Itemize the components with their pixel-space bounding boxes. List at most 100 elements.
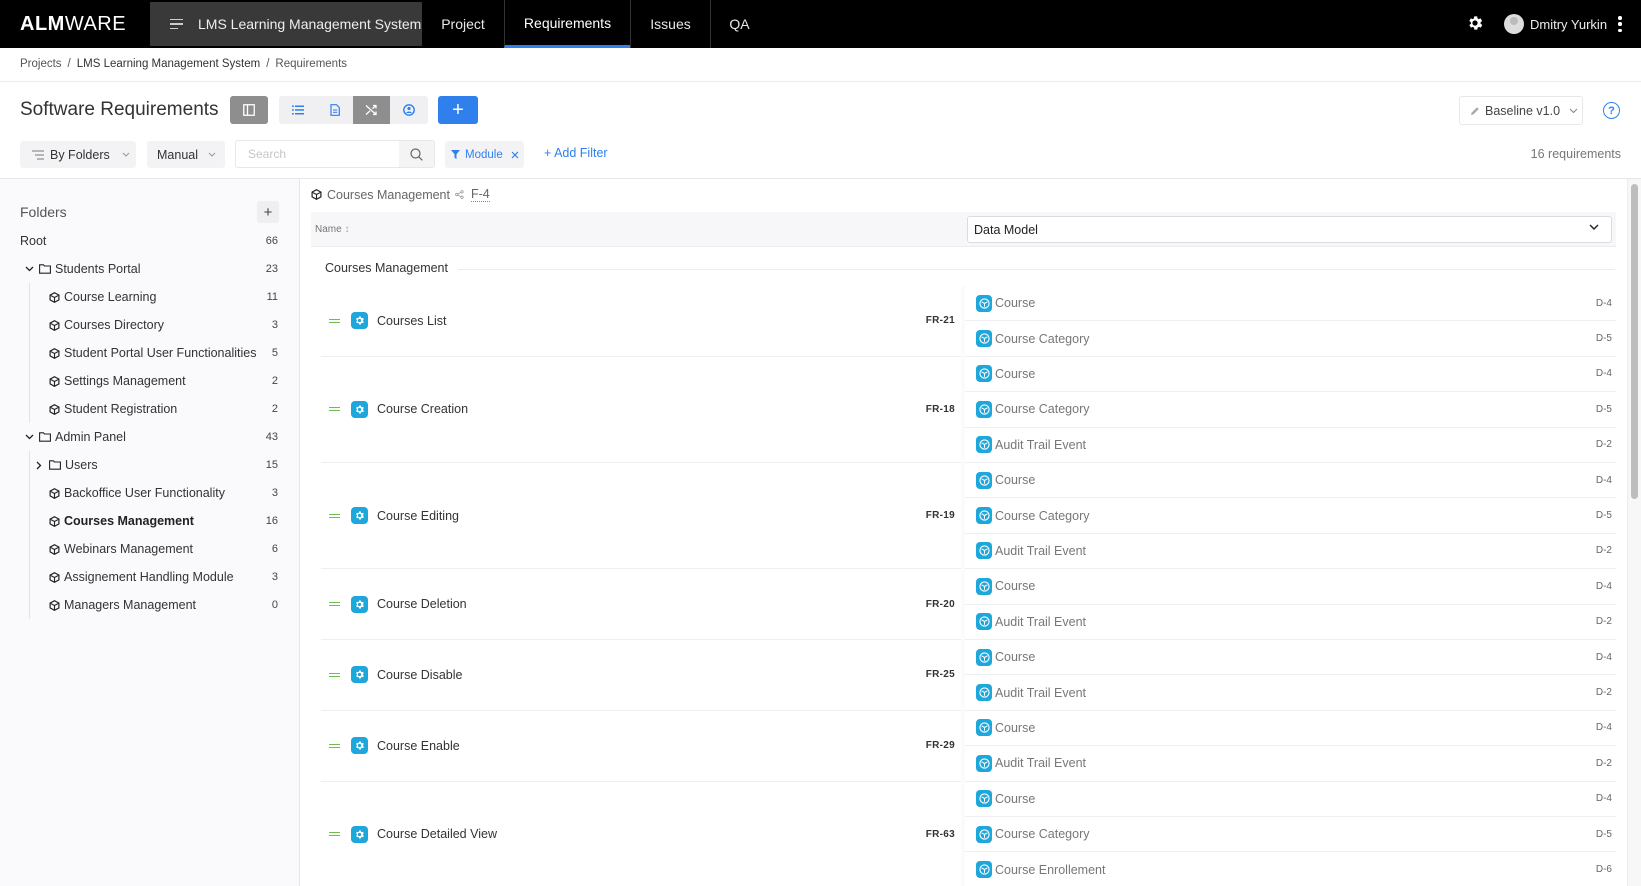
baseline-selector[interactable]: Baseline v1.0 — [1459, 96, 1583, 125]
trace-link-item[interactable]: Audit Trail Event D-2 — [965, 533, 1616, 570]
help-icon[interactable]: ? — [1603, 102, 1620, 119]
close-icon[interactable] — [511, 151, 519, 159]
vertical-scrollbar[interactable] — [1627, 179, 1641, 886]
requirement-row[interactable]: Course Editing FR-19 — [321, 463, 961, 570]
folder-tree-item[interactable]: Courses Management 16 — [0, 507, 300, 535]
nav-tab-issues[interactable]: Issues — [630, 0, 710, 48]
trace-link-name: Audit Trail Event — [995, 685, 1087, 700]
requirement-row[interactable]: Course Creation FR-18 — [321, 357, 961, 463]
breadcrumb: Projects / LMS Learning Management Syste… — [20, 58, 347, 70]
trace-link-item[interactable]: Course D-4 — [965, 286, 1616, 322]
requirement-row[interactable]: Course Enable FR-29 — [321, 711, 961, 782]
list-view-button[interactable] — [279, 96, 316, 124]
breadcrumb-separator: / — [266, 58, 270, 70]
trace-link-item[interactable]: Audit Trail Event D-2 — [965, 746, 1616, 782]
folder-tree-item[interactable]: Root 66 — [0, 227, 300, 255]
folder-tree-item[interactable]: Student Portal User Functionalities 5 — [0, 339, 300, 367]
trace-link-item[interactable]: Course Enrollement D-6 — [965, 852, 1616, 886]
add-filter-button[interactable]: + Add Filter — [544, 146, 608, 160]
filter-funnel-icon — [451, 150, 460, 159]
folder-tree-item[interactable]: Backoffice User Functionality 3 — [0, 479, 300, 507]
toggle-sidebar-button[interactable] — [230, 96, 268, 124]
trace-link-item[interactable]: Audit Trail Event D-2 — [965, 604, 1616, 640]
add-folder-button[interactable]: + — [257, 201, 279, 223]
module-cube-icon — [49, 487, 60, 499]
nav-tab-qa[interactable]: QA — [710, 0, 768, 48]
chevron-down-icon[interactable] — [24, 266, 34, 272]
folder-tree-item[interactable]: Students Portal 23 — [0, 255, 300, 283]
requirement-name[interactable]: Course Detailed View — [377, 827, 497, 841]
document-view-button[interactable] — [316, 96, 353, 124]
trace-link-item[interactable]: Course D-4 — [965, 710, 1616, 747]
share-icon — [455, 190, 464, 199]
name-column-header[interactable]: Name ↕ — [315, 224, 349, 235]
data-entity-cube-icon — [976, 507, 992, 525]
breadcrumb-project[interactable]: LMS Learning Management System — [77, 58, 260, 70]
trace-link-item[interactable]: Course D-4 — [965, 463, 1616, 499]
folder-tree-item[interactable]: Users 15 — [0, 451, 300, 479]
folder-tree-item[interactable]: Assignement Handling Module 3 — [0, 563, 300, 591]
folder-tree-item[interactable]: Admin Panel 43 — [0, 423, 300, 451]
trace-link-item[interactable]: Course D-4 — [965, 640, 1616, 676]
traceability-view-button[interactable] — [353, 96, 390, 124]
requirement-name[interactable]: Course Deletion — [377, 597, 467, 611]
group-by-dropdown[interactable]: By Folders — [20, 141, 136, 168]
trace-link-item[interactable]: Audit Trail Event D-2 — [965, 427, 1616, 463]
graph-view-button[interactable] — [390, 96, 427, 124]
priority-normal-icon — [329, 743, 340, 748]
settings-gear-icon[interactable] — [1466, 14, 1484, 32]
scrollbar-thumb[interactable] — [1631, 184, 1638, 499]
requirement-id[interactable]: FR-18 — [926, 404, 955, 415]
requirement-id[interactable]: FR-20 — [926, 599, 955, 610]
nav-tab-requirements[interactable]: Requirements — [504, 0, 630, 48]
trace-link-item[interactable]: Course Category D-5 — [965, 392, 1616, 428]
search-button[interactable] — [399, 141, 434, 167]
trace-link-item[interactable]: Audit Trail Event D-2 — [965, 675, 1616, 711]
more-options-icon[interactable] — [1618, 16, 1622, 32]
project-switcher[interactable]: LMS Learning Management System — [150, 2, 422, 46]
chevron-right-icon[interactable] — [34, 461, 44, 470]
requirement-name[interactable]: Course Creation — [377, 402, 468, 416]
trace-target-select[interactable]: Data Model — [967, 216, 1612, 243]
breadcrumb-projects[interactable]: Projects — [20, 58, 62, 70]
requirement-name[interactable]: Course Enable — [377, 739, 460, 753]
requirement-id[interactable]: FR-63 — [926, 829, 955, 840]
requirement-name[interactable]: Course Disable — [377, 668, 462, 682]
trace-link-item[interactable]: Course D-4 — [965, 356, 1616, 393]
add-requirement-button[interactable]: + — [438, 96, 478, 124]
search-input[interactable] — [236, 141, 399, 167]
trace-link-item[interactable]: Course D-4 — [965, 569, 1616, 605]
module-filter-chip[interactable]: Module — [445, 141, 524, 168]
filter-chip-label: Module — [465, 148, 503, 161]
requirement-name[interactable]: Courses List — [377, 314, 446, 328]
almware-logo[interactable]: ALMWARE — [20, 13, 126, 36]
folder-tree-item[interactable]: Courses Directory 3 — [0, 311, 300, 339]
user-menu[interactable]: Dmitry Yurkin — [1504, 12, 1607, 36]
requirement-row[interactable]: Course Disable FR-25 — [321, 640, 961, 711]
trace-links-cell: Course D-4 Course Category D-5 Audit Tra… — [961, 463, 1616, 570]
nav-tab-project[interactable]: Project — [422, 0, 504, 48]
user-name: Dmitry Yurkin — [1530, 16, 1608, 32]
folder-tree-item[interactable]: Managers Management 0 — [0, 591, 300, 619]
scope-id-link[interactable]: F-4 — [470, 187, 490, 202]
requirement-row[interactable]: Course Deletion FR-20 — [321, 569, 961, 640]
trace-link-item[interactable]: Course Category D-5 — [965, 816, 1616, 853]
requirement-row[interactable]: Courses List FR-21 — [321, 286, 961, 357]
trace-link-item[interactable]: Course D-4 — [965, 781, 1616, 817]
folder-tree-item[interactable]: Course Learning 11 — [0, 283, 300, 311]
requirement-id[interactable]: FR-29 — [926, 740, 955, 751]
chevron-down-icon[interactable] — [24, 434, 34, 440]
sort-mode-dropdown[interactable]: Manual — [147, 141, 225, 168]
requirement-name[interactable]: Course Editing — [377, 509, 459, 523]
folder-tree-item[interactable]: Student Registration 2 — [0, 395, 300, 423]
requirement-id[interactable]: FR-25 — [926, 669, 955, 680]
trace-link-name: Course Category — [995, 508, 1090, 523]
folder-tree-item[interactable]: Webinars Management 6 — [0, 535, 300, 563]
trace-link-item[interactable]: Course Category D-5 — [965, 498, 1616, 534]
requirement-id[interactable]: FR-21 — [926, 315, 955, 326]
requirement-id[interactable]: FR-19 — [926, 510, 955, 521]
requirement-row[interactable]: Course Detailed View FR-63 — [321, 782, 961, 886]
trace-link-item[interactable]: Course Category D-5 — [965, 321, 1616, 357]
folder-tree-item[interactable]: Settings Management 2 — [0, 367, 300, 395]
trace-link-id: D-2 — [1595, 545, 1612, 557]
